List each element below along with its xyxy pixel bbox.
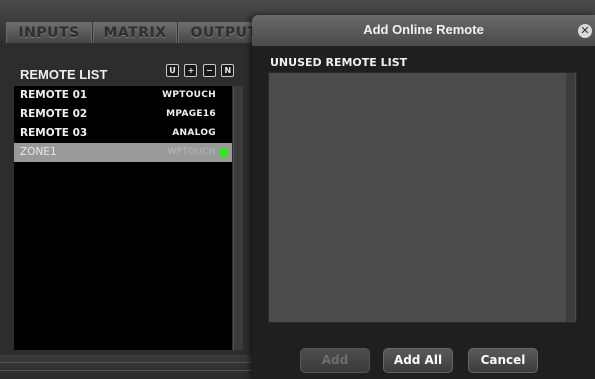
cancel-button[interactable]: Cancel (468, 348, 538, 373)
u-icon[interactable]: U (166, 64, 179, 77)
plus-icon[interactable]: + (184, 64, 198, 77)
remote-list-toolbar: U + − N (166, 64, 235, 82)
tab-matrix[interactable]: MATRIX (93, 22, 177, 43)
remote-row-01[interactable]: REMOTE 01 WPTOUCH (14, 86, 232, 105)
remote-list-panel: REMOTE LIST U + − N REMOTE 01 WPTOUCH RE… (0, 45, 252, 379)
add-all-button[interactable]: Add All (383, 348, 453, 373)
remote-name: REMOTE 01 (20, 89, 88, 101)
unused-list-scrollbar[interactable] (566, 73, 575, 322)
remote-row-02[interactable]: REMOTE 02 MPAGE16 (14, 105, 232, 124)
remote-list-header: REMOTE LIST (20, 67, 108, 82)
remote-type: ANALOG (172, 128, 216, 138)
close-icon[interactable]: ✕ (578, 24, 592, 38)
add-button[interactable]: Add (300, 348, 370, 373)
remote-type: WPTOUCH (162, 90, 216, 100)
divider (0, 370, 252, 371)
dialog-title: Add Online Remote (363, 22, 484, 37)
remote-name: ZONE1 (20, 146, 57, 158)
remote-type: MPAGE16 (166, 109, 216, 119)
remote-row-03[interactable]: REMOTE 03 ANALOG (14, 124, 232, 143)
add-online-remote-dialog: Add Online Remote ✕ UNUSED REMOTE LIST A… (252, 15, 595, 379)
unused-remote-list[interactable] (268, 72, 577, 323)
remote-list-scrollbar[interactable] (233, 86, 243, 350)
tab-inputs[interactable]: INPUTS (6, 22, 92, 43)
remote-type: WPTOUCH (167, 147, 216, 157)
unused-remote-list-label: UNUSED REMOTE LIST (270, 56, 408, 69)
remote-list-footer (0, 355, 252, 379)
remote-row-zone1[interactable]: ZONE1 WPTOUCH (14, 143, 232, 162)
online-status-icon (219, 148, 228, 157)
dialog-titlebar[interactable]: Add Online Remote ✕ (252, 15, 595, 46)
n-icon[interactable]: N (221, 64, 235, 77)
remote-name: REMOTE 02 (20, 108, 88, 120)
divider (0, 362, 252, 363)
remote-list[interactable]: REMOTE 01 WPTOUCH REMOTE 02 MPAGE16 REMO… (14, 86, 232, 350)
minus-icon[interactable]: − (202, 64, 216, 77)
remote-name: REMOTE 03 (20, 127, 88, 139)
